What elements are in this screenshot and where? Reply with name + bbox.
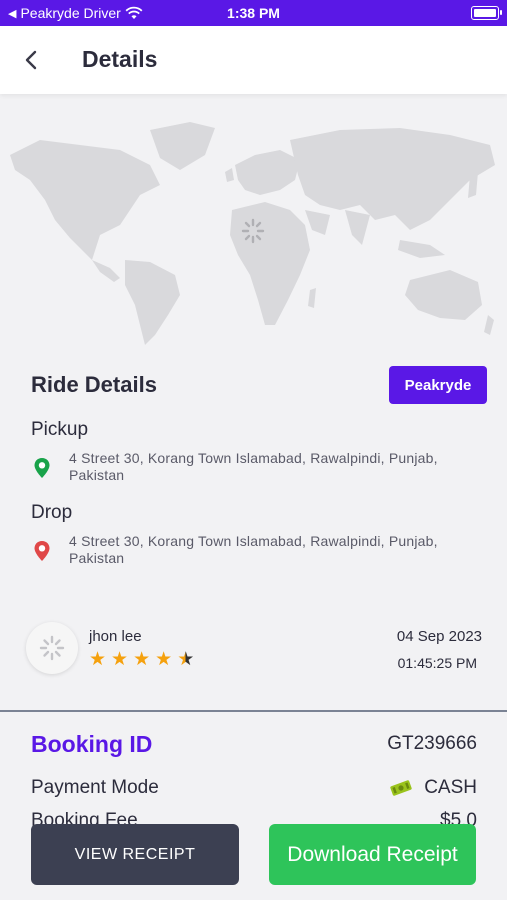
back-arrow-icon[interactable] bbox=[18, 46, 46, 74]
pickup-label: Pickup bbox=[31, 419, 89, 440]
status-time: 1:38 PM bbox=[227, 5, 280, 21]
star-icon: ★ bbox=[155, 649, 173, 670]
booking-id-value: GT239666 bbox=[387, 733, 477, 754]
download-receipt-button[interactable]: Download Receipt bbox=[269, 824, 476, 885]
status-bar: ◀ Peakryde Driver 1:38 PM bbox=[0, 0, 507, 26]
pickup-address: 4 Street 30, Korang Town Islamabad, Rawa… bbox=[69, 450, 438, 483]
page-title: Details bbox=[82, 46, 158, 72]
pickup-row: 4 Street 30, Korang Town Islamabad, Rawa… bbox=[31, 450, 471, 484]
drop-address: 4 Street 30, Korang Town Islamabad, Rawa… bbox=[69, 533, 438, 566]
drop-label: Drop bbox=[31, 502, 73, 523]
star-icon: ★ bbox=[111, 649, 129, 670]
pickup-pin-icon bbox=[34, 458, 50, 478]
driver-name: jhon lee bbox=[89, 628, 142, 645]
drop-row: 4 Street 30, Korang Town Islamabad, Rawa… bbox=[31, 533, 471, 567]
payment-mode-value: CASH bbox=[390, 777, 477, 799]
driver-card: jhon lee ★ ★ ★ ★ ★ 04 Sep 2023 01:45:25 … bbox=[26, 622, 482, 682]
avatar-loading-spinner-icon bbox=[39, 635, 65, 661]
cash-icon bbox=[390, 780, 412, 796]
drop-pin-icon bbox=[34, 541, 50, 561]
brand-badge: Peakryde bbox=[389, 366, 487, 404]
star-icon: ★ bbox=[89, 649, 107, 670]
divider bbox=[0, 710, 507, 712]
booking-id-label: Booking ID bbox=[31, 731, 153, 757]
star-icon: ★ bbox=[133, 649, 151, 670]
ride-date: 04 Sep 2023 bbox=[396, 628, 482, 645]
payment-mode-text: CASH bbox=[424, 777, 477, 798]
star-icon: ★ bbox=[177, 649, 195, 670]
view-receipt-button[interactable]: VIEW RECEIPT bbox=[31, 824, 239, 885]
ride-details-heading: Ride Details bbox=[31, 372, 157, 397]
payment-mode-label: Payment Mode bbox=[31, 777, 159, 798]
avatar bbox=[26, 622, 78, 674]
battery-icon bbox=[471, 6, 502, 20]
ride-time: 01:45:25 PM bbox=[397, 655, 477, 671]
rating-stars: ★ ★ ★ ★ ★ bbox=[89, 650, 194, 670]
app-header: Details bbox=[0, 26, 507, 94]
world-map-image bbox=[10, 122, 495, 345]
